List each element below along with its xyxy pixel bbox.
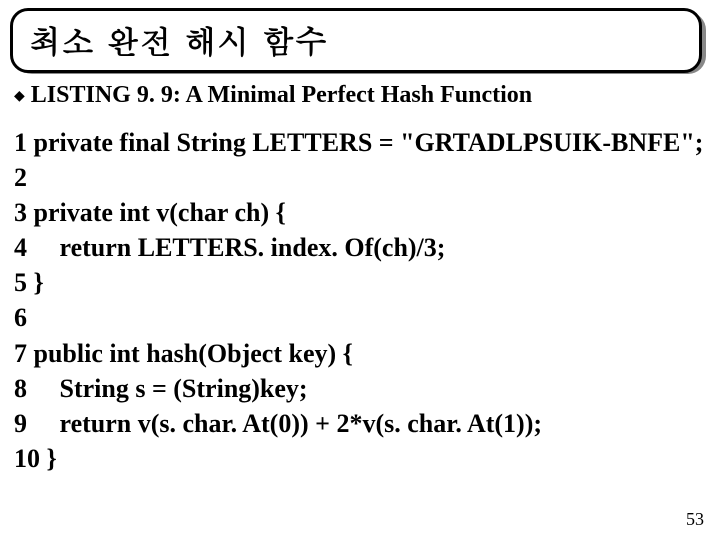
content-area: ◆ LISTING 9. 9: A Minimal Perfect Hash F…: [14, 82, 702, 476]
code-line: 1 private final String LETTERS = "GRTADL…: [14, 125, 702, 160]
code-line: 7 public int hash(Object key) {: [14, 336, 702, 371]
slide-title: 최소 완전 해시 함수: [29, 17, 683, 62]
code-line: 6: [14, 300, 702, 335]
bullet-icon: ◆: [14, 85, 25, 109]
title-box: 최소 완전 해시 함수: [10, 8, 702, 73]
listing-heading: ◆ LISTING 9. 9: A Minimal Perfect Hash F…: [14, 82, 702, 111]
code-line: 2: [14, 160, 702, 195]
code-line: 3 private int v(char ch) {: [14, 195, 702, 230]
code-line: 8 String s = (String)key;: [14, 371, 702, 406]
page-number: 53: [686, 509, 704, 530]
code-line: 10 }: [14, 441, 702, 476]
code-line: 9 return v(s. char. At(0)) + 2*v(s. char…: [14, 406, 702, 441]
listing-label: LISTING 9. 9: A Minimal Perfect Hash Fun…: [31, 82, 532, 109]
code-line: 4 return LETTERS. index. Of(ch)/3;: [14, 230, 702, 265]
code-line: 5 }: [14, 265, 702, 300]
code-block: 1 private final String LETTERS = "GRTADL…: [14, 125, 702, 476]
